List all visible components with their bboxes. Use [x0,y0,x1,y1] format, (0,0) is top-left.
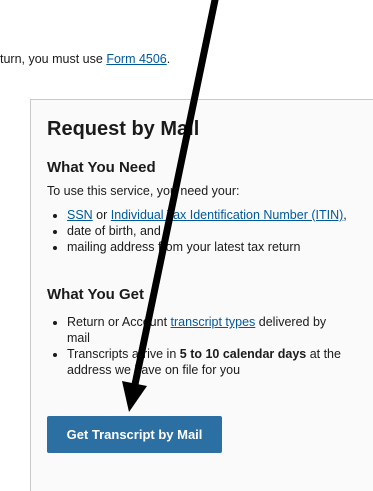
ssn-link[interactable]: SSN [67,208,93,222]
list-item-text: , [343,208,347,222]
list-item-text: Return or Account [67,315,171,329]
what-you-get-list: Return or Account transcript types deliv… [47,314,352,378]
list-item: mailing address from your latest tax ret… [67,239,352,255]
form-note: turn, you must use Form 4506. [0,52,171,66]
what-you-get-heading: What You Get [47,286,144,303]
list-item: Return or Account transcript types deliv… [67,314,352,346]
itin-link[interactable]: Individual Tax Identification Number (IT… [111,208,344,222]
what-you-need-intro: To use this service, you need your: [47,184,240,198]
what-you-need-list: SSN or Individual Tax Identification Num… [47,207,352,255]
transcript-types-link[interactable]: transcript types [171,315,256,329]
list-item: Transcripts arrive in 5 to 10 calendar d… [67,346,352,378]
get-transcript-by-mail-button[interactable]: Get Transcript by Mail [47,416,222,453]
list-item: SSN or Individual Tax Identification Num… [67,207,352,223]
list-item: date of birth, and [67,223,352,239]
list-item-text: or [92,208,111,222]
what-you-need-heading: What You Need [47,159,156,176]
list-item-text: Transcripts arrive in [67,347,180,361]
form-note-text: turn, you must use [0,52,103,66]
request-by-mail-card: Request by Mail What You Need To use thi… [30,99,373,491]
page: turn, you must use Form 4506. Request by… [0,0,373,491]
card-title: Request by Mail [47,118,200,140]
delivery-time: 5 to 10 calendar days [179,347,307,361]
form-4506-link[interactable]: Form 4506 [106,52,166,66]
